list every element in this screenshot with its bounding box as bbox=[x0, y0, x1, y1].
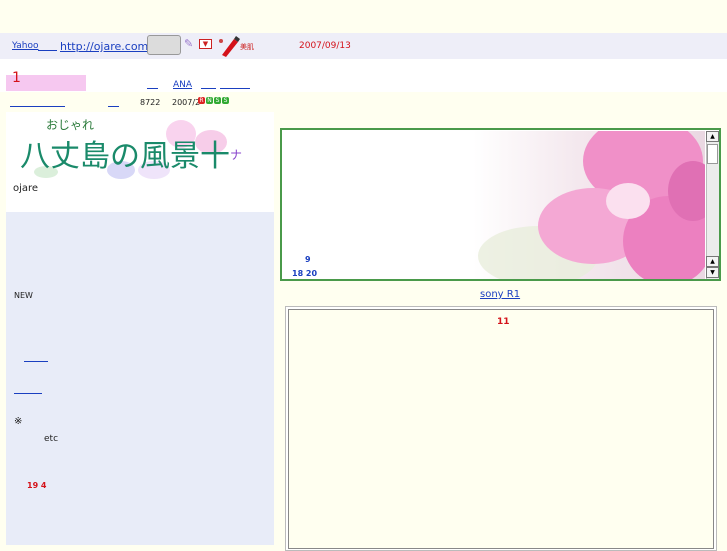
note-mark: ※ bbox=[14, 416, 23, 427]
status-badge: S bbox=[222, 97, 229, 104]
pen-feeling-icon[interactable]: 美肌 bbox=[216, 35, 256, 57]
etc-label: etc bbox=[44, 434, 59, 444]
nav-link-d[interactable] bbox=[10, 106, 65, 107]
feel-label: 美肌 bbox=[240, 42, 254, 51]
visitor-count: 8722 bbox=[140, 98, 161, 107]
yahoo-link[interactable]: Yahoo bbox=[12, 41, 39, 51]
banner-tail: ナ bbox=[230, 148, 242, 162]
photo-number: 18 20 bbox=[292, 269, 318, 278]
pencil-icon[interactable]: ✎ bbox=[184, 37, 193, 50]
scroll-up-icon[interactable]: ▲ bbox=[706, 131, 719, 142]
sony-link[interactable]: sony R1 bbox=[480, 289, 520, 300]
banner-small-text: おじゃれ bbox=[46, 118, 94, 132]
sidebar-numbers: 19 4 bbox=[27, 481, 47, 490]
scroll-thumb[interactable] bbox=[707, 144, 718, 164]
scroll-down-icon[interactable]: ▼ bbox=[706, 267, 719, 278]
content-number: 11 bbox=[497, 317, 510, 327]
new-label: NEW bbox=[14, 291, 33, 300]
photo-number: 9 bbox=[305, 255, 311, 264]
flower-photo bbox=[283, 131, 705, 279]
nav-link-e[interactable] bbox=[108, 106, 119, 107]
status-badge: R bbox=[198, 97, 205, 104]
ana-link[interactable]: ANA bbox=[173, 80, 192, 90]
site-name: ojare bbox=[13, 183, 39, 194]
scroll-up-icon[interactable]: ▲ bbox=[706, 256, 719, 267]
site-banner[interactable]: おじゃれ 八丈島の風景十 ナ bbox=[6, 112, 274, 180]
status-badge: N bbox=[206, 97, 213, 104]
sidebar-link-1[interactable] bbox=[24, 361, 48, 362]
header-date: 2007/09/13 bbox=[299, 41, 351, 51]
nav-link-b[interactable] bbox=[201, 88, 216, 89]
mail-icon[interactable]: ▼ bbox=[199, 39, 212, 49]
nav-link-c[interactable] bbox=[220, 88, 250, 89]
sidebar-link-2[interactable] bbox=[14, 393, 42, 394]
nav-link-a[interactable] bbox=[147, 88, 158, 89]
nav-number: 1 bbox=[12, 70, 21, 86]
sidebar bbox=[6, 212, 274, 545]
site-url-link[interactable]: http://ojare.com/ bbox=[60, 40, 152, 53]
stats-date: 2007/2 bbox=[172, 98, 201, 107]
banner-title: 八丈島の風景十 bbox=[20, 139, 230, 174]
status-badge: S bbox=[214, 97, 221, 104]
content-box-inner bbox=[288, 309, 714, 549]
nav-row bbox=[0, 59, 727, 92]
link-underline[interactable] bbox=[38, 50, 57, 51]
blog-button[interactable] bbox=[147, 35, 181, 55]
